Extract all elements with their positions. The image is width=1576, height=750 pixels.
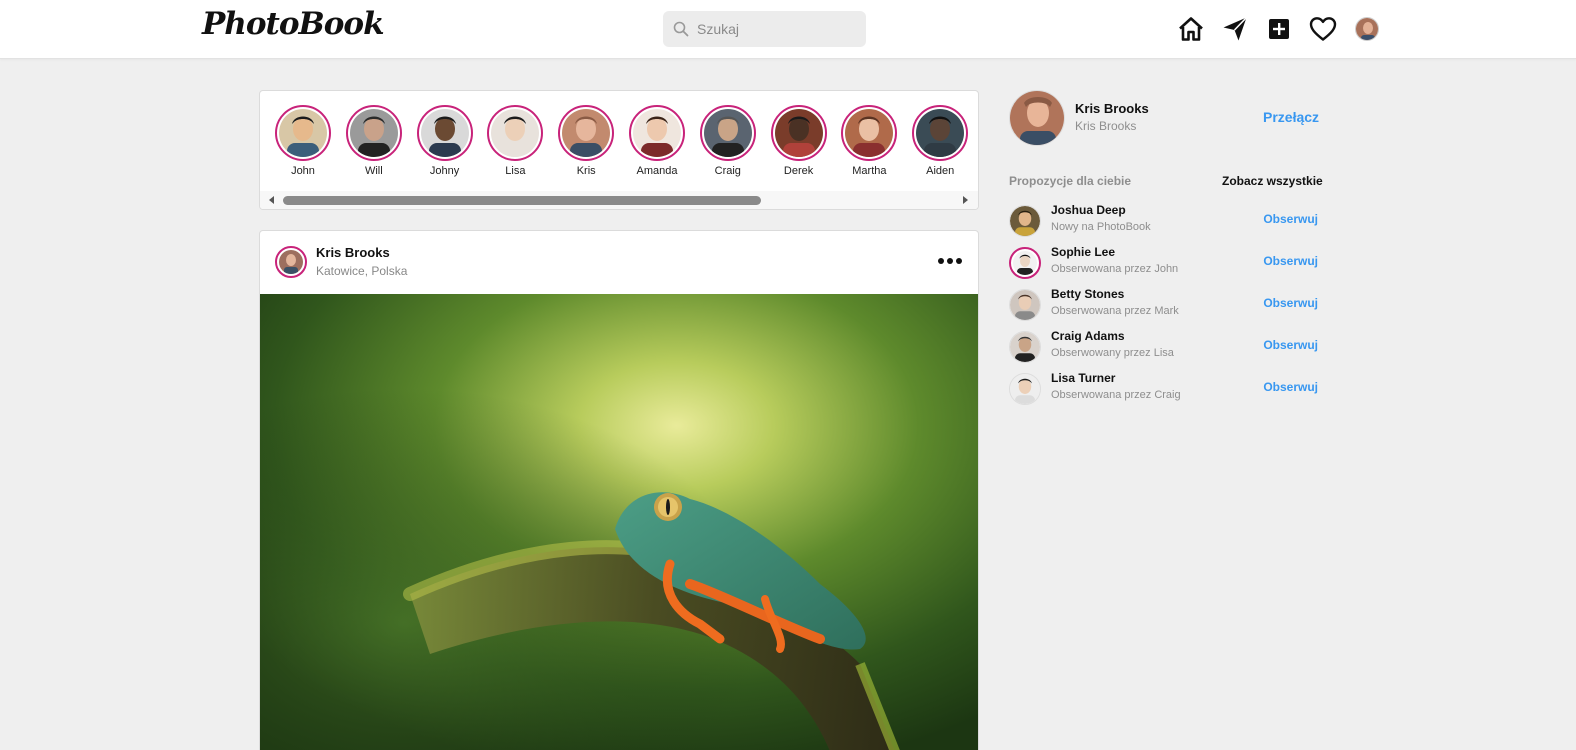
- story-name: Amanda: [636, 165, 678, 177]
- suggestion-avatar[interactable]: [1009, 289, 1041, 321]
- stories-scrollbar[interactable]: [260, 191, 978, 209]
- story-name: Aiden: [926, 165, 955, 177]
- story-item[interactable]: Kris: [555, 105, 617, 177]
- suggestion-row: Craig Adams Obserwowany przez Lisa Obserwu…: [1009, 329, 1319, 365]
- suggestion-name[interactable]: Betty Stones: [1051, 287, 1124, 301]
- story-item[interactable]: Lisa: [484, 105, 546, 177]
- story-item[interactable]: Johny: [414, 105, 476, 177]
- app-logo[interactable]: PhotoBook: [202, 6, 385, 42]
- suggestion-subtitle: Obserwowana przez Mark: [1051, 305, 1179, 317]
- suggestion-subtitle: Nowy na PhotoBook: [1051, 221, 1151, 233]
- suggestions-title: Propozycje dla ciebie: [1009, 174, 1132, 188]
- story-avatar[interactable]: [841, 105, 898, 161]
- suggestion-avatar[interactable]: [1009, 331, 1041, 363]
- story-name: Johny: [429, 165, 460, 177]
- suggestion-name[interactable]: Joshua Deep: [1051, 203, 1126, 217]
- story-avatar[interactable]: [416, 105, 473, 161]
- current-user-name[interactable]: Kris Brooks: [1075, 101, 1149, 116]
- story-item[interactable]: Will: [343, 105, 405, 177]
- story-avatar[interactable]: [487, 105, 544, 161]
- story-item[interactable]: Martha: [838, 105, 900, 177]
- scroll-left-arrow-icon[interactable]: [269, 196, 274, 204]
- suggestion-subtitle: Obserwowana przez Craig: [1051, 389, 1181, 401]
- home-icon[interactable]: [1176, 14, 1206, 44]
- more-options-icon[interactable]: [936, 251, 964, 271]
- follow-button[interactable]: Obserwuj: [1263, 254, 1318, 268]
- suggestion-row: Betty Stones Obserwowana przez Mark Obserw…: [1009, 287, 1319, 323]
- heart-icon[interactable]: [1308, 14, 1338, 44]
- story-name: Craig: [714, 165, 741, 177]
- story-avatar[interactable]: [558, 105, 615, 161]
- follow-button[interactable]: Obserwuj: [1263, 212, 1318, 226]
- search-box[interactable]: [663, 11, 866, 47]
- follow-button[interactable]: Obserwuj: [1263, 296, 1318, 310]
- post-header: Kris Brooks Katowice, Polska: [260, 231, 978, 294]
- story-name: Derek: [783, 165, 814, 177]
- current-user-avatar[interactable]: [1009, 90, 1065, 146]
- post-image[interactable]: [260, 294, 978, 750]
- story-item[interactable]: Craig: [697, 105, 759, 177]
- story-item[interactable]: Amanda: [626, 105, 688, 177]
- story-avatar[interactable]: [275, 105, 331, 161]
- story-name: Will: [364, 165, 383, 177]
- story-name: John: [291, 165, 315, 177]
- story-avatar[interactable]: [912, 105, 969, 161]
- suggestion-row: Sophie Lee Obserwowana przez John Obserwuj: [1009, 245, 1319, 281]
- story-avatar[interactable]: [699, 105, 756, 161]
- suggestion-name[interactable]: Craig Adams: [1051, 329, 1125, 343]
- suggestion-avatar[interactable]: [1009, 373, 1041, 405]
- see-all-button[interactable]: Zobacz wszystkie: [1222, 174, 1323, 188]
- story-item[interactable]: John: [272, 105, 334, 177]
- send-icon[interactable]: [1220, 14, 1250, 44]
- scroll-right-arrow-icon[interactable]: [963, 196, 968, 204]
- story-name: Martha: [852, 165, 887, 177]
- suggestion-avatar[interactable]: [1009, 205, 1041, 237]
- story-avatar[interactable]: [345, 105, 402, 161]
- suggestion-name[interactable]: Lisa Turner: [1051, 371, 1115, 385]
- story-item[interactable]: Derek: [768, 105, 830, 177]
- profile-avatar[interactable]: [1352, 14, 1382, 44]
- current-user-handle: Kris Brooks: [1075, 119, 1137, 133]
- stories-bar: John Will Johny Lisa Kris Amanda Craig Derek Mar…: [259, 90, 979, 210]
- switch-account-button[interactable]: Przełącz: [1263, 109, 1319, 125]
- post-card: Kris Brooks Katowice, Polska: [259, 230, 979, 750]
- suggestion-subtitle: Obserwowana przez John: [1051, 263, 1179, 275]
- story-name: Lisa: [505, 165, 526, 177]
- post-author-name[interactable]: Kris Brooks: [316, 245, 390, 260]
- story-avatar[interactable]: [629, 105, 685, 161]
- story-avatar[interactable]: [770, 105, 827, 161]
- top-navbar: PhotoBook: [0, 0, 1576, 59]
- suggestion-subtitle: Obserwowany przez Lisa: [1051, 347, 1174, 359]
- suggestion-avatar[interactable]: [1009, 247, 1041, 279]
- suggestion-name[interactable]: Sophie Lee: [1051, 245, 1115, 259]
- search-icon: [673, 21, 689, 37]
- post-author-avatar[interactable]: [275, 246, 307, 278]
- suggestion-row: Lisa Turner Obserwowana przez Craig Obserw…: [1009, 371, 1319, 407]
- story-item[interactable]: Aiden: [909, 105, 971, 177]
- search-input[interactable]: [697, 21, 847, 37]
- follow-button[interactable]: Obserwuj: [1263, 338, 1318, 352]
- follow-button[interactable]: Obserwuj: [1263, 380, 1318, 394]
- suggestion-row: Joshua Deep Nowy na PhotoBook Obserwuj: [1009, 203, 1319, 239]
- story-name: Kris: [576, 165, 596, 177]
- scroll-thumb[interactable]: [283, 196, 761, 205]
- add-post-icon[interactable]: [1264, 14, 1294, 44]
- post-location[interactable]: Katowice, Polska: [316, 264, 407, 278]
